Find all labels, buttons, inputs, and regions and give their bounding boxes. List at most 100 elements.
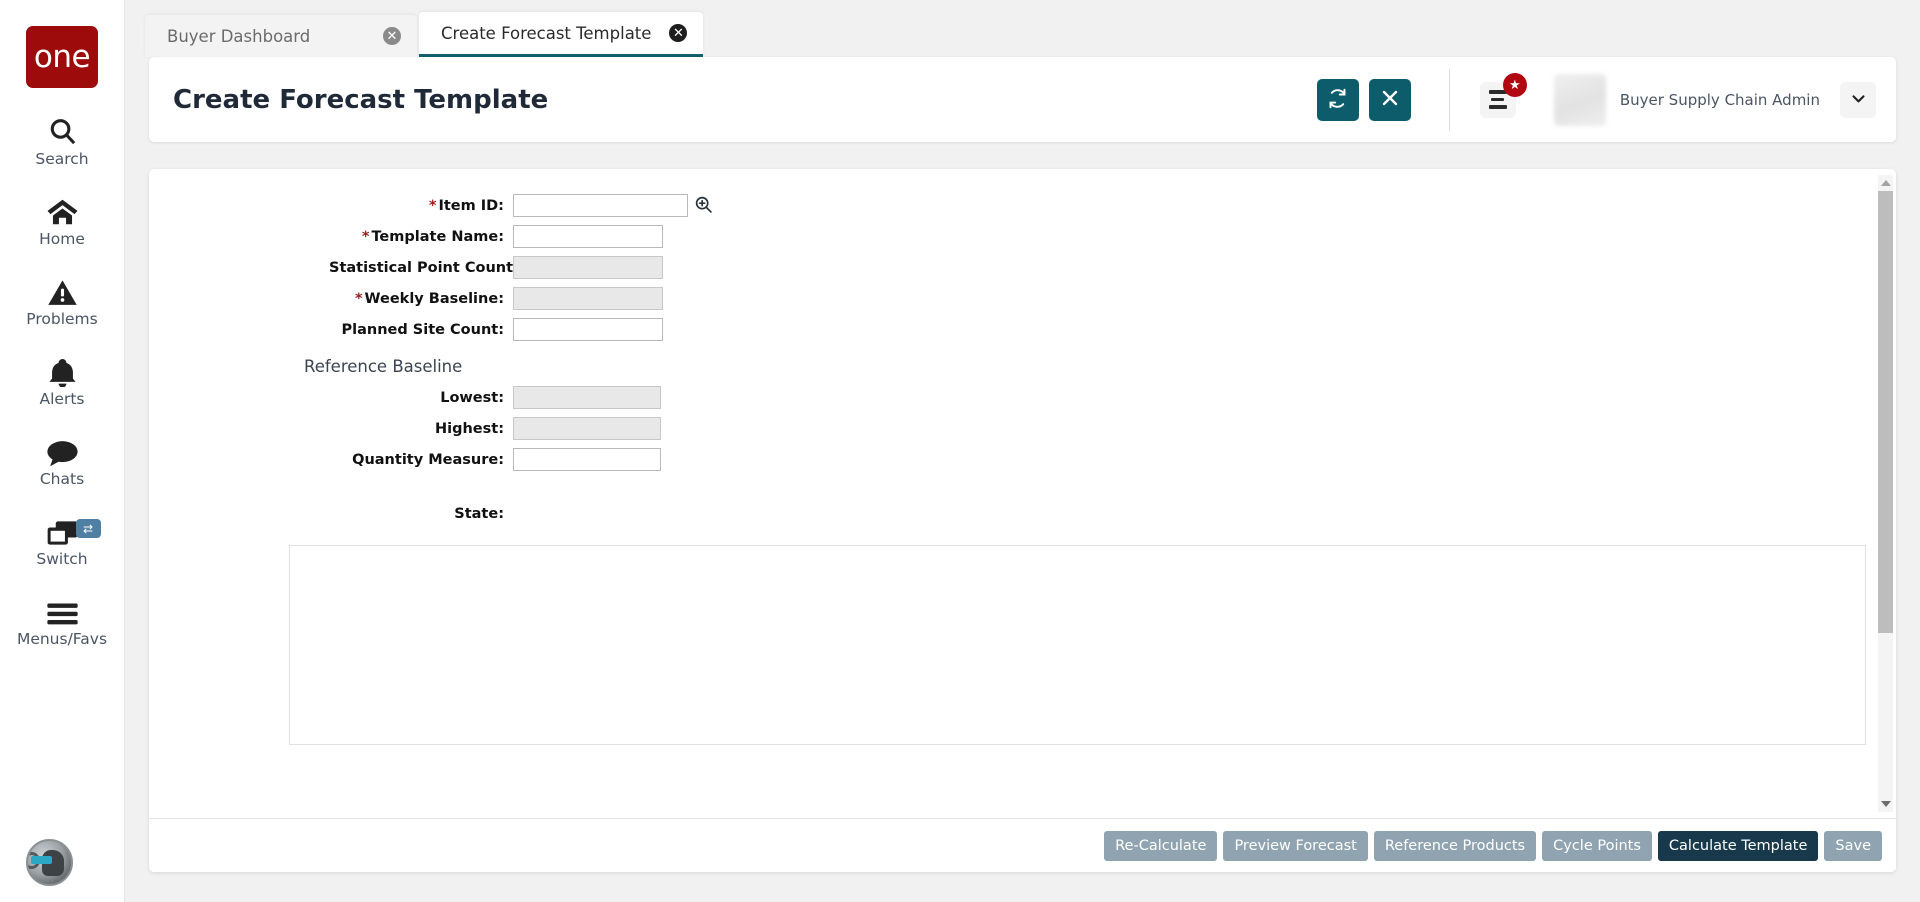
user-profile[interactable]: Buyer Supply Chain Admin [1553, 73, 1820, 126]
close-button[interactable] [1368, 78, 1411, 121]
app-root: one Search Home Problems Alerts Chats Sw… [0, 0, 1920, 902]
home-icon [46, 189, 79, 227]
ai-assistant-head-icon [28, 849, 64, 876]
form-action-bar: Re-Calculate Preview Forecast Reference … [149, 818, 1896, 872]
item-id-required-marker: * [428, 197, 437, 214]
weekly-baseline-label-text: Weekly Baseline: [364, 290, 504, 307]
forecast-detail-panel [289, 545, 1866, 745]
header-divider [1448, 68, 1450, 131]
sidebar-item-problems[interactable]: Problems [0, 269, 125, 328]
tab-buyer-dashboard[interactable]: Buyer Dashboard ✕ [145, 15, 417, 57]
tab-strip: Buyer Dashboard ✕ Create Forecast Templa… [125, 0, 1920, 57]
menus-favorites-button[interactable]: ★ [1479, 72, 1527, 118]
refresh-button[interactable] [1316, 78, 1359, 121]
re-calculate-button[interactable]: Re-Calculate [1104, 830, 1218, 861]
user-role: Buyer Supply Chain Admin [1619, 91, 1820, 109]
highest-label: Highest: [434, 420, 504, 437]
lowest-label: Lowest: [440, 389, 504, 406]
tab-buyer-dashboard-close-icon[interactable]: ✕ [383, 27, 401, 45]
page-header: Create Forecast Template ★ Buyer Supply … [149, 57, 1896, 142]
user-name [1620, 73, 1820, 89]
quantity-measure-field-wrap [513, 448, 1896, 471]
template-name-required-marker: * [361, 228, 370, 245]
user-profile-text: Buyer Supply Chain Admin [1620, 73, 1820, 126]
weekly-baseline-required-marker: * [354, 290, 363, 307]
reference-baseline-section-title: Reference Baseline [304, 357, 463, 376]
main-form: * Item ID: * Template Name: Statistical … [149, 194, 1896, 341]
statistical-point-count-input [513, 256, 663, 279]
one-logo[interactable]: one [26, 26, 98, 88]
ai-assistant-visor-icon [31, 855, 52, 864]
user-menu-toggle[interactable] [1840, 81, 1876, 118]
sidebar-item-menus-favs[interactable]: Menus/Favs [0, 589, 125, 648]
preview-forecast-button[interactable]: Preview Forecast [1223, 830, 1368, 861]
statistical-point-count-field-wrap [513, 256, 1896, 279]
chevron-down-icon [1850, 90, 1867, 110]
scrollbar-thumb[interactable] [1878, 191, 1893, 633]
template-name-input[interactable] [513, 225, 663, 248]
highest-field-wrap [513, 417, 1896, 440]
tab-create-forecast-template-close-icon[interactable]: ✕ [669, 24, 688, 42]
sidebar-item-chats[interactable]: Chats [0, 429, 125, 488]
save-button[interactable]: Save [1824, 830, 1882, 861]
one-logo-text: one [33, 38, 91, 75]
bell-icon [48, 349, 77, 387]
scroll-down-button[interactable] [1878, 796, 1893, 812]
lowest-input [513, 386, 661, 409]
sidebar-item-menus-favs-label: Menus/Favs [16, 630, 108, 648]
sidebar-item-home[interactable]: Home [0, 189, 125, 248]
calculate-template-button[interactable]: Calculate Template [1657, 830, 1819, 861]
search-icon [47, 109, 78, 147]
main-area: Buyer Dashboard ✕ Create Forecast Templa… [125, 0, 1920, 902]
weekly-baseline-label: * Weekly Baseline: [329, 291, 509, 307]
reference-products-button[interactable]: Reference Products [1373, 830, 1537, 861]
weekly-baseline-field-wrap [513, 287, 1896, 310]
planned-site-count-input[interactable] [513, 318, 663, 341]
sidebar-item-switch[interactable]: Switch ⇄ [0, 509, 125, 568]
item-id-field-wrap [513, 194, 1896, 217]
menu-line-3-icon [1488, 105, 1507, 109]
planned-site-count-field-wrap [513, 318, 1896, 341]
switch-toggle-badge[interactable]: ⇄ [75, 519, 101, 538]
chat-icon [46, 429, 79, 467]
warning-icon [47, 269, 78, 307]
hamburger-icon [46, 589, 79, 627]
content-panel: * Item ID: * Template Name: Statistical … [149, 169, 1896, 872]
windows-icon [46, 509, 79, 547]
ai-assistant-avatar[interactable] [26, 839, 73, 886]
sidebar-item-home-label: Home [39, 230, 85, 248]
template-name-label-text: Template Name: [371, 228, 504, 245]
sidebar-item-alerts-label: Alerts [39, 390, 85, 408]
sidebar-item-alerts[interactable]: Alerts [0, 349, 125, 408]
scrollbar-track[interactable] [1878, 191, 1893, 796]
close-icon [1381, 89, 1399, 110]
sidebar-item-chats-label: Chats [39, 470, 85, 488]
template-name-label: * Template Name: [329, 229, 509, 245]
magnifier-plus-icon [694, 195, 713, 217]
refresh-icon [1327, 88, 1348, 112]
triangle-up-icon [1880, 180, 1891, 186]
highest-input [513, 417, 661, 440]
weekly-baseline-input [513, 287, 663, 310]
sidebar-item-problems-label: Problems [26, 310, 98, 328]
template-name-field-wrap [513, 225, 1896, 248]
quantity-measure-label: Quantity Measure: [352, 451, 504, 468]
planned-site-count-label: Planned Site Count: [341, 321, 505, 338]
item-id-input[interactable] [513, 194, 688, 217]
reference-baseline-form: Lowest: Highest: Quantity Measure: [149, 386, 1896, 471]
left-sidebar: one Search Home Problems Alerts Chats Sw… [0, 0, 125, 902]
item-id-label-text: Item ID: [438, 197, 504, 214]
favorites-star-badge: ★ [1502, 72, 1527, 97]
content-vertical-scrollbar[interactable] [1878, 175, 1893, 812]
state-row: State: [149, 506, 1896, 522]
sidebar-item-search[interactable]: Search [0, 109, 125, 168]
scroll-up-button[interactable] [1878, 175, 1893, 191]
cycle-points-button[interactable]: Cycle Points [1542, 830, 1652, 861]
sidebar-item-switch-label: Switch [36, 550, 88, 568]
tab-buyer-dashboard-label: Buyer Dashboard [167, 26, 311, 46]
quantity-measure-input[interactable] [513, 448, 661, 471]
tab-create-forecast-template[interactable]: Create Forecast Template ✕ [419, 12, 704, 57]
item-id-search-button[interactable] [694, 195, 713, 217]
lowest-field-wrap [513, 386, 1896, 409]
form-scroll-area: * Item ID: * Template Name: Statistical … [149, 169, 1896, 818]
